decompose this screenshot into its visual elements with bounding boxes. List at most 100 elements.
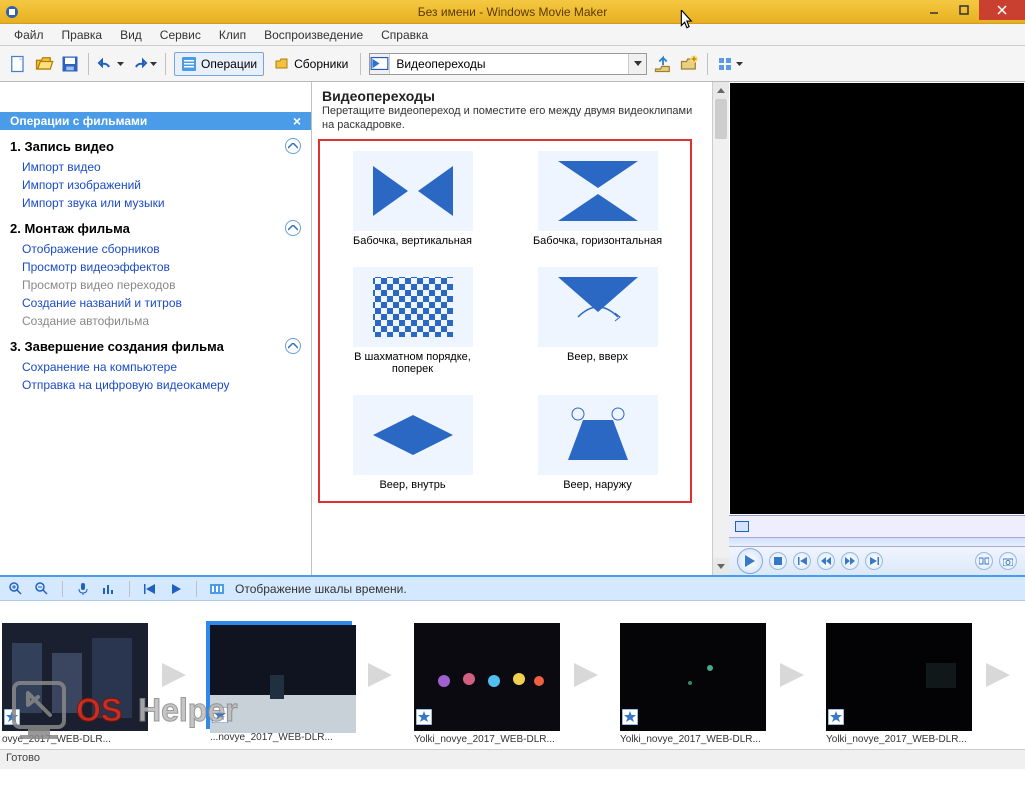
sidebar-link[interactable]: Отображение сборников <box>0 240 311 258</box>
transition-thumb <box>538 151 658 231</box>
story-cell: Yolki_novye_2017_WEB-DLR... <box>618 621 824 729</box>
story-cell: Yolki_novye_2017_WEB-DLR... <box>412 621 618 729</box>
sidebar-close-icon[interactable]: × <box>293 113 301 129</box>
collapse-icon[interactable] <box>285 220 301 236</box>
prev-button[interactable] <box>793 552 811 570</box>
audio-levels-icon[interactable] <box>101 581 117 597</box>
separator <box>707 53 708 75</box>
forward-button[interactable] <box>841 552 859 570</box>
sidebar-link[interactable]: Импорт видео <box>0 158 311 176</box>
undo-button[interactable] <box>97 56 124 72</box>
effect-star-icon <box>212 707 228 723</box>
titlebar: Без имени - Windows Movie Maker <box>0 0 1025 24</box>
transition-slot[interactable] <box>356 645 408 705</box>
transition-item[interactable]: Бабочка, вертикальная <box>330 151 495 247</box>
menu-help[interactable]: Справка <box>373 26 436 44</box>
tl-play-icon[interactable] <box>168 581 184 597</box>
transition-icon <box>370 54 390 74</box>
preview-size-icon[interactable] <box>735 521 749 532</box>
transition-slot[interactable] <box>150 645 202 705</box>
sidebar-link[interactable]: Создание названий и титров <box>0 294 311 312</box>
sidebar-section-title[interactable]: 3. Завершение создания фильма <box>0 330 311 358</box>
sidebar-link[interactable]: Просмотр видеоэффектов <box>0 258 311 276</box>
open-icon[interactable] <box>34 54 54 74</box>
next-button[interactable] <box>865 552 883 570</box>
menu-file[interactable]: Файл <box>6 26 52 44</box>
tl-rewind-icon[interactable] <box>142 581 158 597</box>
separator <box>165 53 166 75</box>
close-button[interactable] <box>979 0 1025 20</box>
sidebar-header: Операции с фильмами × <box>0 112 311 130</box>
effect-star-icon <box>416 709 432 725</box>
transition-slot[interactable] <box>768 645 820 705</box>
sidebar-section-title[interactable]: 1. Запись видео <box>0 130 311 158</box>
transition-slot[interactable] <box>974 645 1025 705</box>
collections-label: Сборники <box>294 57 348 71</box>
mic-icon[interactable] <box>75 581 91 597</box>
clip-thumb[interactable]: ...novye_2017_WEB-DLR... <box>206 621 352 729</box>
tasks-button[interactable]: Операции <box>174 52 264 76</box>
storyboard[interactable]: ovye_2017_WEB-DLR... ...novye_2017_WEB-DL… <box>0 601 1025 749</box>
transition-label: Веер, внутрь <box>379 479 445 491</box>
timeline-label: Отображение шкалы времени. <box>235 582 407 596</box>
new-icon[interactable] <box>8 54 28 74</box>
sidebar-title: Операции с фильмами <box>10 114 147 128</box>
transition-item[interactable]: Бабочка, горизонтальная <box>515 151 680 247</box>
view-button[interactable] <box>716 56 743 72</box>
scrollbar[interactable] <box>712 82 729 575</box>
stop-button[interactable] <box>769 552 787 570</box>
collections-button[interactable]: Сборники <box>270 54 352 74</box>
collapse-icon[interactable] <box>285 338 301 354</box>
pane-subtitle: Перетащите видеопереход и поместите его … <box>322 104 702 133</box>
minimize-button[interactable] <box>919 0 949 20</box>
transition-item[interactable]: Веер, наружу <box>515 395 680 491</box>
story-cell: ...novye_2017_WEB-DLR... <box>206 621 412 729</box>
story-cell: ovye_2017_WEB-DLR... <box>0 621 206 729</box>
zoom-in-icon[interactable] <box>8 581 24 597</box>
sidebar-link[interactable]: Сохранение на компьютере <box>0 358 311 376</box>
menu-play[interactable]: Воспроизведение <box>256 26 371 44</box>
chevron-down-icon[interactable] <box>628 54 646 74</box>
scroll-thumb[interactable] <box>715 99 727 139</box>
transition-slot[interactable] <box>562 645 614 705</box>
redo-button[interactable] <box>130 56 157 72</box>
sidebar-link[interactable]: Импорт звука или музыки <box>0 194 311 212</box>
clip-thumb[interactable]: ovye_2017_WEB-DLR... <box>0 621 146 729</box>
sidebar-link[interactable]: Отправка на цифровую видеокамеру <box>0 376 311 394</box>
menu-edit[interactable]: Правка <box>54 26 111 44</box>
clip-thumb[interactable]: Yolki_novye_2017_WEB-DLR... <box>618 621 764 729</box>
main: Операции с фильмами × 1. Запись видеоИмп… <box>0 82 1025 575</box>
nav-up-icon[interactable] <box>653 54 673 74</box>
rewind-button[interactable] <box>817 552 835 570</box>
transition-item[interactable]: В шахматном порядке, поперек <box>330 267 495 375</box>
transition-thumb <box>353 395 473 475</box>
new-folder-icon[interactable] <box>679 54 699 74</box>
transition-label: Веер, наружу <box>563 479 632 491</box>
clip-thumb[interactable]: Yolki_novye_2017_WEB-DLR... <box>824 621 970 729</box>
menu-clip[interactable]: Клип <box>211 26 254 44</box>
clip-caption: ...novye_2017_WEB-DLR... <box>210 732 348 743</box>
scroll-down-icon[interactable] <box>713 558 729 575</box>
transition-thumb <box>538 395 658 475</box>
transition-item[interactable]: Веер, внутрь <box>330 395 495 491</box>
transitions-pane: Видеопереходы Перетащите видеопереход и … <box>312 82 712 575</box>
scroll-up-icon[interactable] <box>713 82 729 99</box>
transition-item[interactable]: Веер, вверх <box>515 267 680 375</box>
clip-thumb[interactable]: Yolki_novye_2017_WEB-DLR... <box>412 621 558 729</box>
clip-caption: Yolki_novye_2017_WEB-DLR... <box>414 734 556 745</box>
menu-view[interactable]: Вид <box>112 26 150 44</box>
seek-bar[interactable] <box>729 537 1025 547</box>
maximize-button[interactable] <box>949 0 979 20</box>
play-button[interactable] <box>737 548 763 574</box>
save-icon[interactable] <box>60 54 80 74</box>
sidebar-section-title[interactable]: 2. Монтаж фильма <box>0 212 311 240</box>
collapse-icon[interactable] <box>285 138 301 154</box>
zoom-out-icon[interactable] <box>34 581 50 597</box>
split-button[interactable] <box>975 552 993 570</box>
cursor-icon <box>680 10 696 33</box>
timeline-view-icon[interactable] <box>209 581 225 597</box>
menu-service[interactable]: Сервис <box>152 26 209 44</box>
sidebar-link[interactable]: Импорт изображений <box>0 176 311 194</box>
location-combo[interactable]: Видеопереходы <box>369 53 647 75</box>
snapshot-button[interactable] <box>999 552 1017 570</box>
